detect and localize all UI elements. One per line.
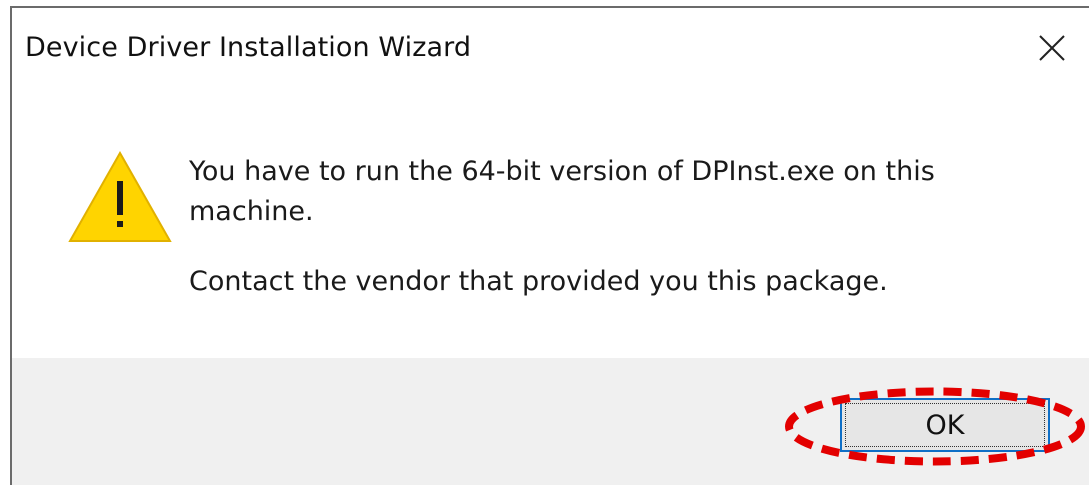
close-icon <box>1039 35 1065 61</box>
close-button[interactable] <box>1027 26 1077 70</box>
warning-icon <box>68 151 172 242</box>
dialog-footer: OK <box>12 358 1089 485</box>
title-bar: Device Driver Installation Wizard <box>12 8 1089 88</box>
message-text: You have to run the 64-bit version of DP… <box>189 152 1049 302</box>
message-line-1: You have to run the 64-bit version of DP… <box>189 156 935 227</box>
dialog-window: Device Driver Installation Wizard You ha… <box>10 6 1089 485</box>
message-line-2: Contact the vendor that provided you thi… <box>189 266 888 297</box>
screen: Device Driver Installation Wizard You ha… <box>0 0 1089 485</box>
ok-button[interactable]: OK <box>840 398 1050 452</box>
dialog-title: Device Driver Installation Wizard <box>25 32 472 63</box>
dialog-body: You have to run the 64-bit version of DP… <box>12 88 1089 358</box>
